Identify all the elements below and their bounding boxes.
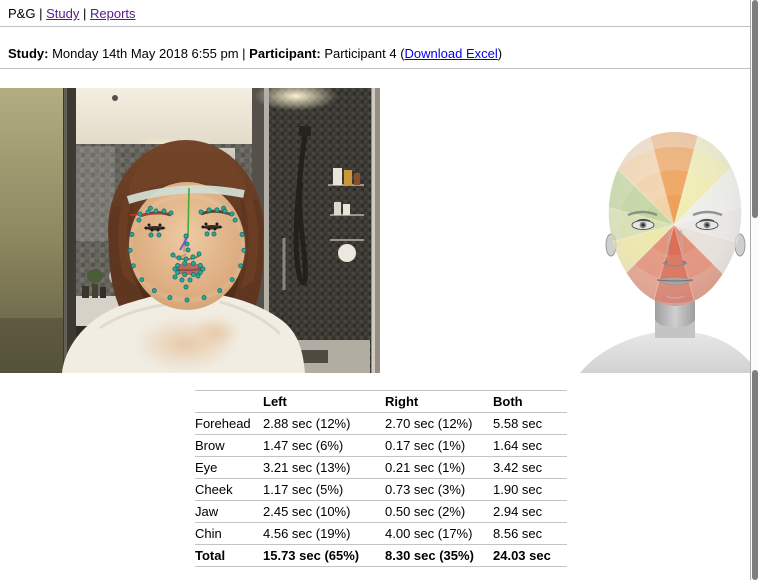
left-value: 1.17 sec (5%) bbox=[263, 479, 385, 501]
participant-webcam-photo bbox=[0, 88, 380, 373]
right-value: 0.50 sec (2%) bbox=[385, 501, 493, 523]
region-label: Chin bbox=[195, 523, 263, 545]
nav-link-study[interactable]: Study bbox=[46, 6, 79, 21]
left-value: 1.47 sec (6%) bbox=[263, 435, 385, 457]
both-value: 24.03 sec bbox=[493, 545, 567, 567]
paren-close: ) bbox=[498, 46, 502, 61]
region-label: Forehead bbox=[195, 413, 263, 435]
left-value: 4.56 sec (19%) bbox=[263, 523, 385, 545]
table-row-cheek: Cheek 1.17 sec (5%) 0.73 sec (3%) 1.90 s… bbox=[195, 479, 567, 501]
scrollbar-thumb-bottom[interactable] bbox=[752, 370, 758, 580]
table-row-chin: Chin 4.56 sec (19%) 4.00 sec (17%) 8.56 … bbox=[195, 523, 567, 545]
right-value: 0.21 sec (1%) bbox=[385, 457, 493, 479]
nav-link-reports[interactable]: Reports bbox=[90, 6, 136, 21]
nav-separator: | bbox=[39, 6, 42, 21]
ceiling-sprinkler bbox=[112, 95, 118, 101]
table-row-eye: Eye 3.21 sec (13%) 0.21 sec (1%) 3.42 se… bbox=[195, 457, 567, 479]
header-region bbox=[195, 391, 263, 413]
table-row-total: Total 15.73 sec (65%) 8.30 sec (35%) 24.… bbox=[195, 545, 567, 567]
participant-value: Participant 4 bbox=[324, 46, 396, 61]
region-label: Cheek bbox=[195, 479, 263, 501]
both-value: 2.94 sec bbox=[493, 501, 567, 523]
left-value: 15.73 sec (65%) bbox=[263, 545, 385, 567]
top-navbar: P&G | Study | Reports bbox=[0, 0, 759, 27]
table-row-jaw: Jaw 2.45 sec (10%) 0.50 sec (2%) 2.94 se… bbox=[195, 501, 567, 523]
gaze-duration-table: Left Right Both Forehead 2.88 sec (12%) … bbox=[195, 390, 567, 567]
left-value: 3.21 sec (13%) bbox=[263, 457, 385, 479]
study-value: Monday 14th May 2018 6:55 pm bbox=[52, 46, 238, 61]
download-excel-link[interactable]: Download Excel bbox=[405, 46, 498, 61]
webcam-photo-svg bbox=[0, 88, 380, 373]
scrollbar-thumb-top[interactable] bbox=[752, 0, 758, 218]
both-value: 1.64 sec bbox=[493, 435, 567, 457]
header-right: Right bbox=[385, 391, 493, 413]
both-value: 1.90 sec bbox=[493, 479, 567, 501]
bottle bbox=[354, 173, 360, 185]
face-heatmap-fan bbox=[580, 130, 755, 323]
right-value: 0.73 sec (3%) bbox=[385, 479, 493, 501]
table-row-forehead: Forehead 2.88 sec (12%) 2.70 sec (12%) 5… bbox=[195, 413, 567, 435]
participant-label: Participant: bbox=[249, 46, 321, 61]
right-value: 0.17 sec (1%) bbox=[385, 435, 493, 457]
region-label: Brow bbox=[195, 435, 263, 457]
region-label: Jaw bbox=[195, 501, 263, 523]
bottle bbox=[333, 168, 342, 185]
tracking-axis-green bbox=[188, 188, 189, 236]
bottle bbox=[343, 204, 350, 215]
loofah bbox=[338, 244, 356, 262]
header-left: Left bbox=[263, 391, 385, 413]
left-value: 2.45 sec (10%) bbox=[263, 501, 385, 523]
plant bbox=[87, 269, 103, 283]
right-value: 2.70 sec (12%) bbox=[385, 413, 493, 435]
both-value: 8.56 sec bbox=[493, 523, 567, 545]
both-value: 3.42 sec bbox=[493, 457, 567, 479]
table-header-row: Left Right Both bbox=[195, 391, 567, 413]
right-value: 4.00 sec (17%) bbox=[385, 523, 493, 545]
brand-label: P&G bbox=[8, 6, 35, 21]
nav-separator: | bbox=[83, 6, 86, 21]
study-label: Study: bbox=[8, 46, 48, 61]
table-row-brow: Brow 1.47 sec (6%) 0.17 sec (1%) 1.64 se… bbox=[195, 435, 567, 457]
face-heatmap-model bbox=[580, 130, 755, 373]
face-model-svg bbox=[580, 130, 755, 373]
study-info-bar: Study: Monday 14th May 2018 6:55 pm | Pa… bbox=[0, 27, 759, 69]
study-separator: | bbox=[242, 46, 245, 61]
left-value: 2.88 sec (12%) bbox=[263, 413, 385, 435]
report-page: { "nav": { "brand": "P&G", "separator": … bbox=[0, 0, 759, 580]
scrollbar-track[interactable] bbox=[750, 0, 759, 580]
bottle bbox=[334, 202, 341, 215]
region-label: Total bbox=[195, 545, 263, 567]
region-label: Eye bbox=[195, 457, 263, 479]
header-both: Both bbox=[493, 391, 567, 413]
bottle bbox=[344, 170, 352, 185]
shower-head bbox=[299, 126, 311, 136]
right-value: 8.30 sec (35%) bbox=[385, 545, 493, 567]
both-value: 5.58 sec bbox=[493, 413, 567, 435]
